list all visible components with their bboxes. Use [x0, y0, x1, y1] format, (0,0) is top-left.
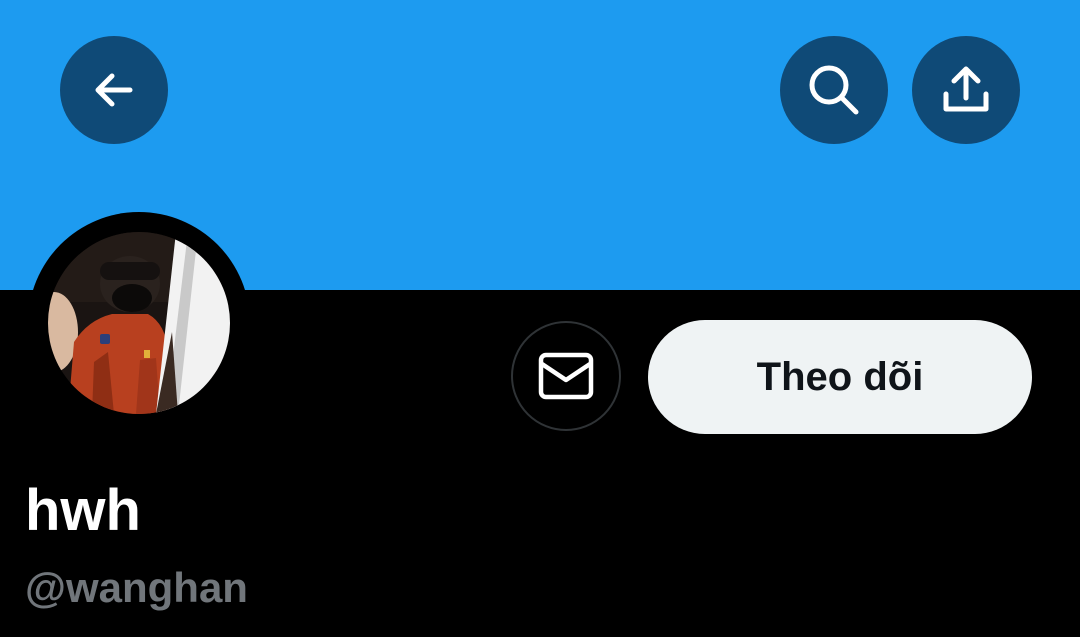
search-icon — [809, 65, 859, 115]
arrow-left-icon — [95, 73, 133, 107]
profile-screen: Theo dõi hwh @wanghan — [0, 0, 1080, 637]
profile-photo — [48, 232, 230, 414]
follow-button[interactable]: Theo dõi — [648, 320, 1032, 434]
display-name: hwh — [25, 478, 141, 543]
back-button[interactable] — [60, 36, 168, 144]
search-button[interactable] — [780, 36, 888, 144]
mail-icon — [538, 352, 594, 400]
share-button[interactable] — [912, 36, 1020, 144]
avatar[interactable] — [48, 232, 230, 414]
share-icon — [943, 66, 989, 112]
message-button[interactable] — [511, 321, 621, 431]
user-handle: @wanghan — [25, 564, 248, 611]
